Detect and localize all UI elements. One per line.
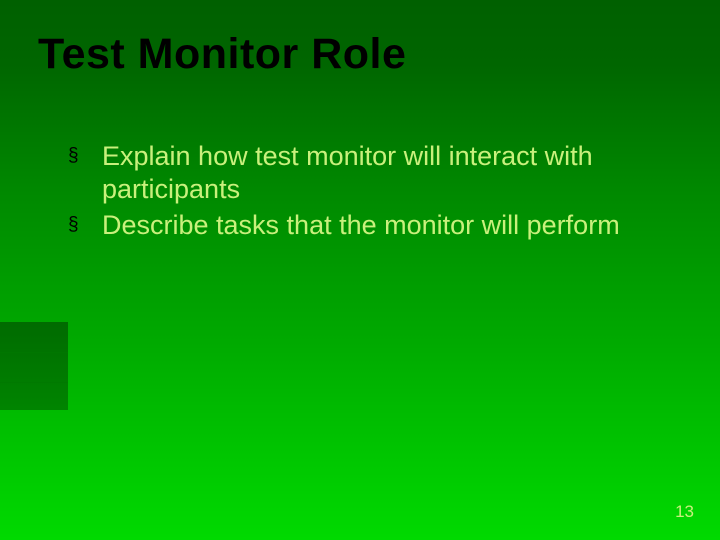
- page-number: 13: [675, 502, 694, 522]
- list-item: § Describe tasks that the monitor will p…: [62, 209, 660, 242]
- list-item: § Explain how test monitor will interact…: [62, 140, 660, 206]
- bullet-icon: §: [68, 146, 79, 165]
- left-accent-bar: [0, 322, 68, 410]
- left-accent-line: [0, 352, 68, 353]
- list-item-text: Describe tasks that the monitor will per…: [102, 210, 620, 240]
- slide-title: Test Monitor Role: [38, 30, 406, 79]
- slide-body: § Explain how test monitor will interact…: [62, 140, 660, 245]
- left-accent-line: [0, 382, 68, 383]
- list-item-text: Explain how test monitor will interact w…: [102, 141, 593, 204]
- slide: Test Monitor Role § Explain how test mon…: [0, 0, 720, 540]
- bullet-icon: §: [68, 215, 79, 234]
- bullet-list: § Explain how test monitor will interact…: [62, 140, 660, 242]
